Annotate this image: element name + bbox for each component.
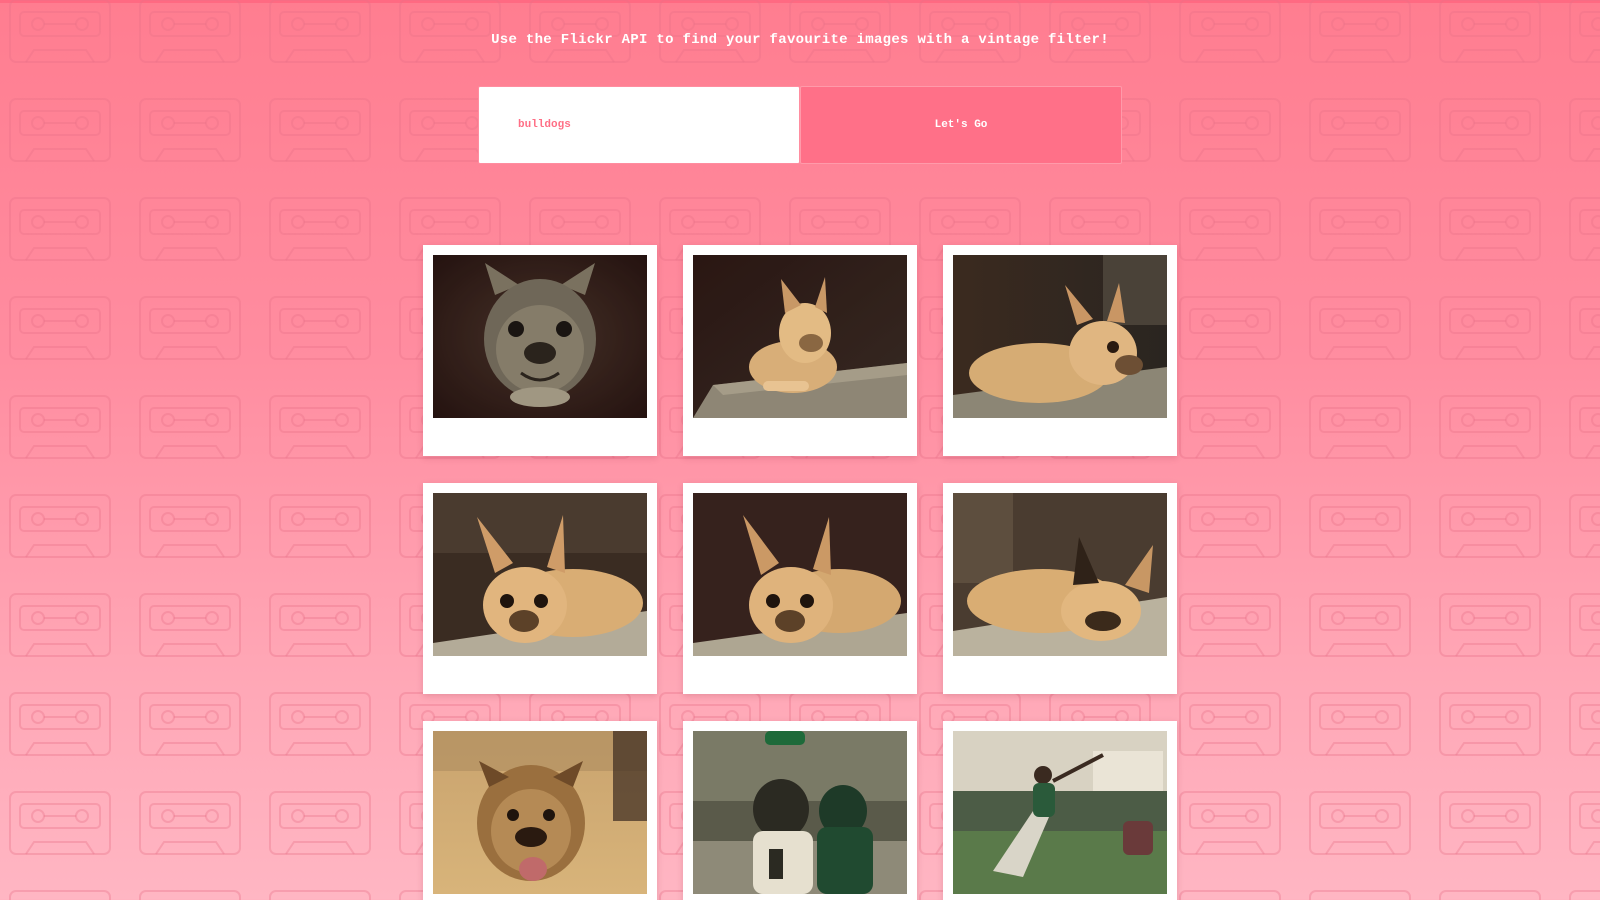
photo-card[interactable] [683, 245, 917, 456]
photo-french-bulldog-resting-head [953, 255, 1167, 418]
photo-french-bulldog-sleeping [953, 493, 1167, 656]
photo-card[interactable] [943, 245, 1177, 456]
photo-card[interactable] [423, 245, 657, 456]
search-form: Let's Go [478, 86, 1122, 164]
photo-card[interactable] [423, 483, 657, 694]
photo-card[interactable] [683, 483, 917, 694]
photo-french-bulldog-lying-looking-forward-2 [693, 493, 907, 656]
photo-french-bulldog-face [433, 255, 647, 418]
photo-english-bulldog-standing [433, 731, 647, 894]
top-accent-line [0, 0, 1600, 3]
photo-baseball-batter-swinging [953, 731, 1167, 894]
photo-card[interactable] [943, 483, 1177, 694]
photo-baseball-catcher-and-player [693, 731, 907, 894]
photo-card[interactable] [423, 721, 657, 900]
photo-french-bulldog-lying-in-sun [693, 255, 907, 418]
search-input[interactable] [478, 86, 800, 164]
photo-card[interactable] [943, 721, 1177, 900]
page-tagline: Use the Flickr API to find your favourit… [491, 32, 1109, 48]
photo-french-bulldog-lying-looking-forward [433, 493, 647, 656]
photo-card[interactable] [683, 721, 917, 900]
lets-go-button[interactable]: Let's Go [800, 86, 1122, 164]
